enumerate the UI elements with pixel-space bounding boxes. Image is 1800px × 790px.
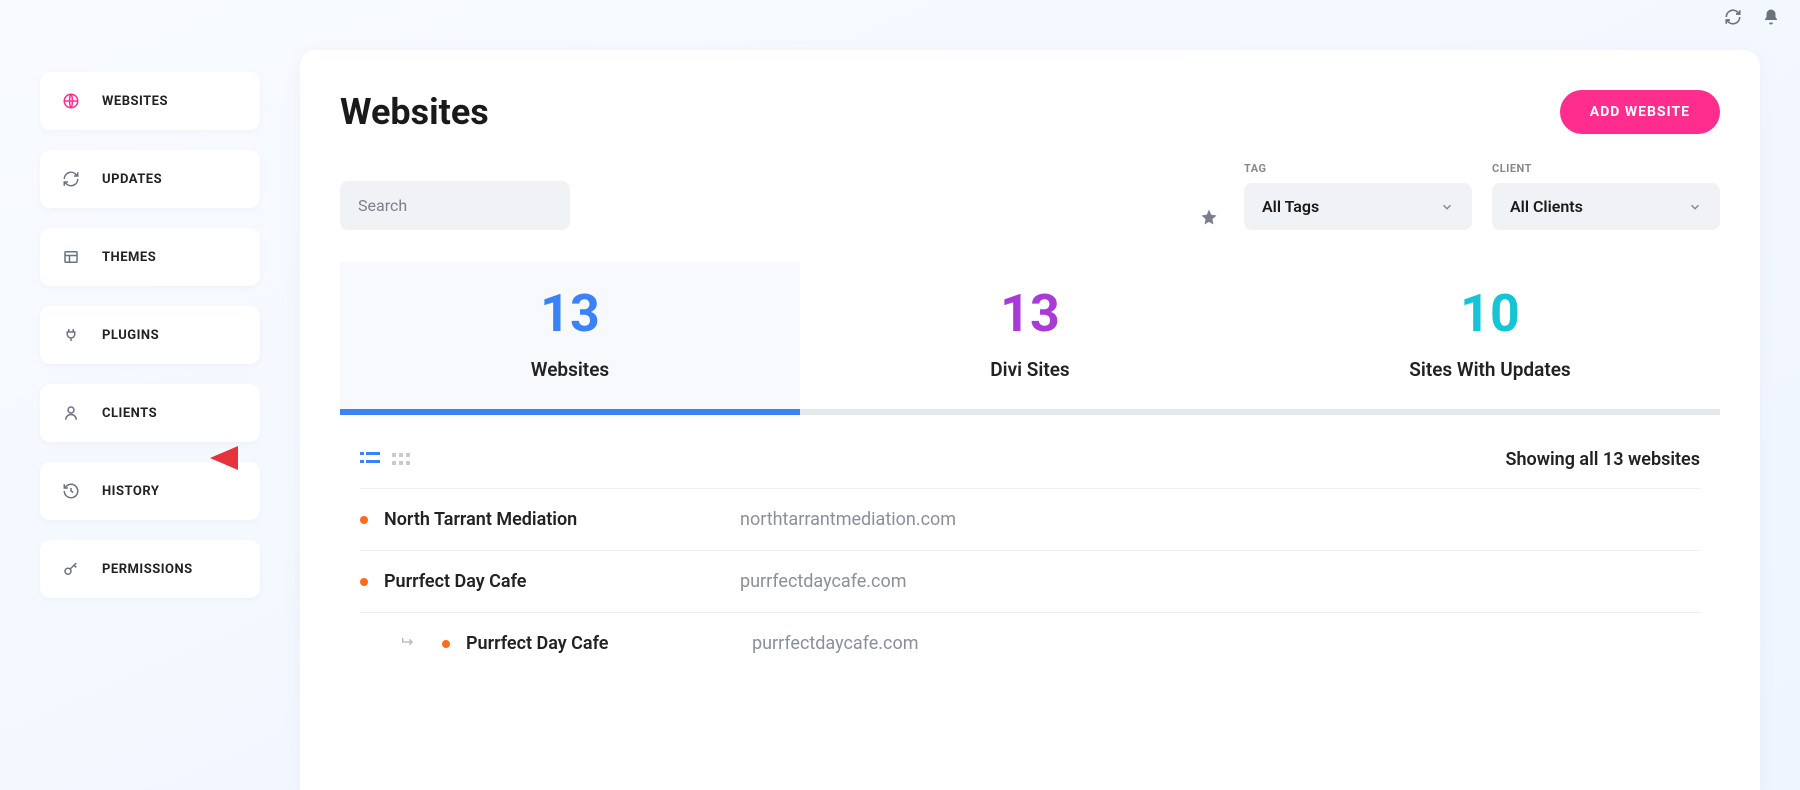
sidebar-item-themes[interactable]: THEMES xyxy=(40,228,260,286)
table-row[interactable]: Purrfect Day Cafe purrfectdaycafe.com xyxy=(360,612,1700,674)
sidebar-item-permissions[interactable]: PERMISSIONS xyxy=(40,540,260,598)
table-row[interactable]: North Tarrant Mediation northtarrantmedi… xyxy=(360,488,1700,550)
star-icon[interactable] xyxy=(1200,208,1218,230)
sidebar-item-history[interactable]: HISTORY xyxy=(40,462,260,520)
page-title: Websites xyxy=(340,91,489,133)
nav-label: PLUGINS xyxy=(102,328,159,343)
site-url: purrfectdaycafe.com xyxy=(740,571,907,592)
user-icon xyxy=(62,404,80,422)
site-url: purrfectdaycafe.com xyxy=(752,633,919,654)
refresh-icon[interactable] xyxy=(1724,8,1742,30)
stat-label: Sites With Updates xyxy=(1260,358,1720,381)
add-website-button[interactable]: ADD WEBSITE xyxy=(1560,90,1720,134)
bell-icon[interactable] xyxy=(1762,8,1780,30)
sidebar-item-updates[interactable]: UPDATES xyxy=(40,150,260,208)
stat-websites[interactable]: 13 Websites xyxy=(340,262,800,409)
plug-icon xyxy=(62,326,80,344)
nav-label: UPDATES xyxy=(102,172,162,187)
tag-select[interactable]: All Tags xyxy=(1244,183,1472,230)
tag-filter-label: TAG xyxy=(1244,162,1472,175)
active-tab-indicator xyxy=(340,409,800,415)
nav-label: THEMES xyxy=(102,250,156,265)
chevron-down-icon xyxy=(1688,200,1702,214)
stat-label: Websites xyxy=(340,358,800,381)
history-icon xyxy=(62,482,80,500)
site-url: northtarrantmediation.com xyxy=(740,509,956,530)
chevron-down-icon xyxy=(1440,200,1454,214)
client-filter-label: CLIENT xyxy=(1492,162,1720,175)
stat-value: 10 xyxy=(1260,288,1720,340)
refresh-icon xyxy=(62,170,80,188)
stat-divi-sites[interactable]: 13 Divi Sites xyxy=(800,262,1260,409)
sidebar: WEBSITES UPDATES THEMES PLUGINS CLIENTS … xyxy=(40,72,260,598)
site-name: Purrfect Day Cafe xyxy=(384,571,724,592)
sidebar-item-websites[interactable]: WEBSITES xyxy=(40,72,260,130)
table-row[interactable]: Purrfect Day Cafe purrfectdaycafe.com xyxy=(360,550,1700,612)
nav-label: PERMISSIONS xyxy=(102,562,193,577)
stat-label: Divi Sites xyxy=(800,358,1260,381)
status-dot xyxy=(360,578,368,586)
stat-value: 13 xyxy=(340,288,800,340)
stat-sites-updates[interactable]: 10 Sites With Updates xyxy=(1260,262,1720,409)
main-panel: Websites ADD WEBSITE TAG All Tags CLIENT… xyxy=(300,50,1760,790)
grid-view-icon[interactable] xyxy=(392,450,410,469)
key-icon xyxy=(62,560,80,578)
stat-value: 13 xyxy=(800,288,1260,340)
nav-label: HISTORY xyxy=(102,484,159,499)
sidebar-item-plugins[interactable]: PLUGINS xyxy=(40,306,260,364)
stats-tabs: 13 Websites 13 Divi Sites 10 Sites With … xyxy=(340,262,1720,415)
showing-count: Showing all 13 websites xyxy=(1505,449,1700,470)
client-value: All Clients xyxy=(1510,197,1583,216)
status-dot xyxy=(360,516,368,524)
sidebar-item-clients[interactable]: CLIENTS xyxy=(40,384,260,442)
globe-icon xyxy=(62,92,80,110)
search-input[interactable] xyxy=(340,181,570,230)
client-select[interactable]: All Clients xyxy=(1492,183,1720,230)
status-dot xyxy=(442,640,450,648)
tag-value: All Tags xyxy=(1262,197,1319,216)
site-name: Purrfect Day Cafe xyxy=(466,633,736,654)
nav-label: WEBSITES xyxy=(102,94,168,109)
child-arrow-icon xyxy=(400,634,416,654)
nav-label: CLIENTS xyxy=(102,406,157,421)
site-name: North Tarrant Mediation xyxy=(384,509,724,530)
list-view-icon[interactable] xyxy=(360,450,380,469)
layout-icon xyxy=(62,248,80,266)
